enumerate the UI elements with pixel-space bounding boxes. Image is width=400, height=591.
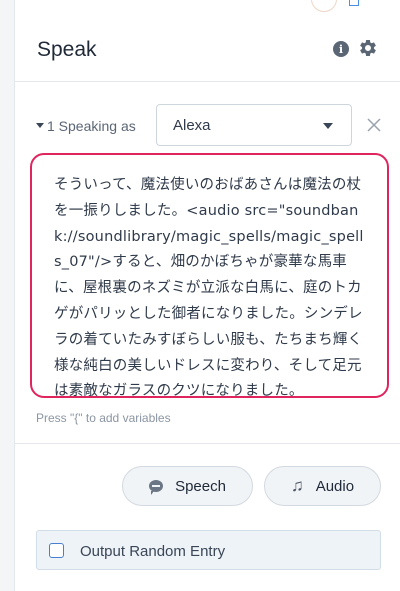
close-icon[interactable] [367,118,381,132]
speech-icon [149,480,164,495]
voice-value: Alexa [173,117,211,134]
speech-text[interactable]: そういって、魔法使いのおばあさんは魔法の杖を一振りしました。<audio src… [54,173,364,396]
random-entry-option[interactable]: Output Random Entry [36,530,381,570]
divider [15,443,400,444]
variables-hint: Press "{" to add variables [36,411,171,425]
top-bar [15,0,400,16]
speak-panel: Speak i 1 Speaking as Alexa そういって、魔法使いのお… [14,0,400,591]
music-note-icon: ♫ [290,476,304,495]
add-audio-button[interactable]: ♫ Audio [264,466,381,506]
panel-header: Speak i [15,16,400,82]
random-entry-checkbox[interactable] [49,543,64,558]
add-speech-button[interactable]: Speech [122,466,253,506]
info-icon[interactable]: i [333,41,349,57]
speech-text-editor[interactable]: そういって、魔法使いのおばあさんは魔法の杖を一振りしました。<audio src… [30,153,389,398]
avatar[interactable] [311,0,337,12]
speaking-as-row: 1 Speaking as Alexa [15,104,400,146]
document-icon[interactable] [349,0,359,6]
speaking-as-label: 1 Speaking as [47,118,136,134]
page-title: Speak [37,38,97,61]
caret-down-icon[interactable] [36,123,44,128]
random-entry-label: Output Random Entry [80,543,226,560]
chevron-down-icon [323,123,333,129]
voice-select[interactable]: Alexa [156,104,352,146]
speech-button-label: Speech [175,477,226,495]
gear-icon[interactable] [358,38,378,58]
audio-button-label: Audio [315,477,355,495]
